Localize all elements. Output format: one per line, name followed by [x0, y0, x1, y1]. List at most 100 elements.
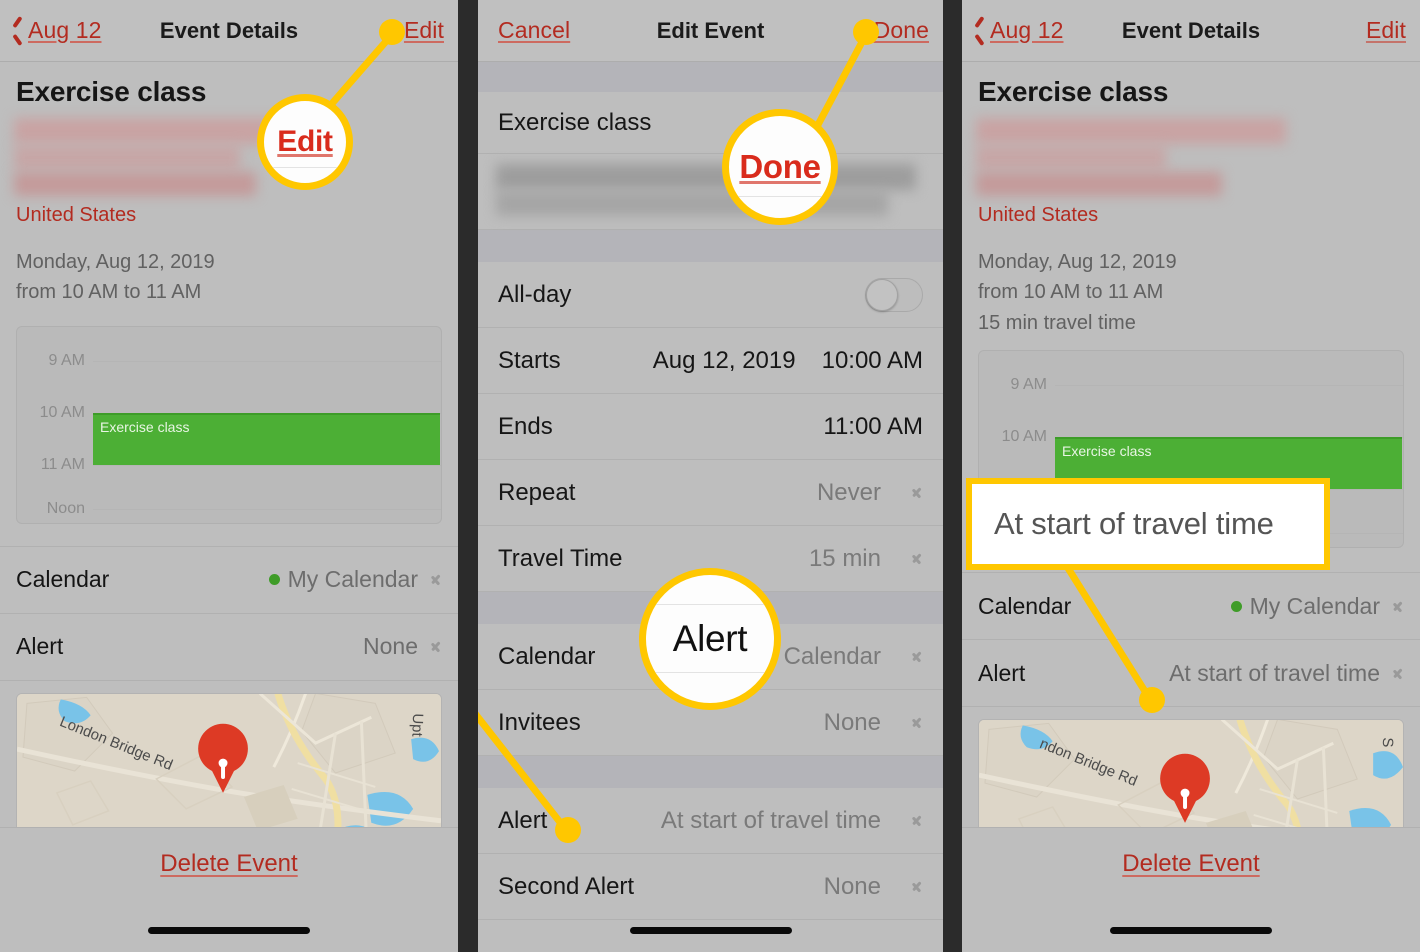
phone-panel-edit-event: Cancel Edit Event Done Exercise class Al… [478, 0, 943, 952]
all-day-toggle[interactable] [865, 277, 923, 312]
field-value: At start of travel time [661, 807, 923, 835]
field-value: None [824, 709, 923, 737]
back-button[interactable]: Aug 12 [12, 17, 102, 44]
back-button[interactable]: Aug 12 [974, 17, 1064, 44]
map-street-label-2: S [1379, 737, 1396, 748]
field-second-alert[interactable]: Second Alert None [478, 854, 943, 920]
blurred-address [0, 116, 458, 198]
field-alert[interactable]: Alert At start of travel time [478, 788, 943, 854]
section-gap [478, 756, 943, 788]
chevron-right-icon [1394, 598, 1404, 615]
calendar-event-label: Exercise class [1062, 443, 1152, 460]
chevron-right-icon [913, 714, 923, 731]
chevron-right-icon [913, 484, 923, 501]
blurred-address [962, 116, 1420, 198]
calendar-event-block[interactable]: Exercise class [93, 412, 440, 465]
edit-button[interactable]: Edit [1366, 17, 1406, 44]
home-indicator [629, 927, 792, 934]
field-starts[interactable]: Starts Aug 12, 2019 10:00 AM [478, 328, 943, 394]
chevron-left-icon [12, 20, 25, 42]
cancel-button[interactable]: Cancel [498, 17, 570, 44]
title-field-value: Exercise class [498, 108, 652, 136]
field-value: None [824, 873, 923, 901]
chevron-right-icon [913, 648, 923, 665]
cal-label-noon: Noon [46, 499, 85, 517]
row-value: My Calendar [1230, 593, 1404, 620]
field-all-day[interactable]: All-day [478, 262, 943, 328]
title-field[interactable]: Exercise class [478, 92, 943, 154]
field-label: Calendar [498, 642, 596, 670]
row-label: Calendar [16, 566, 110, 593]
delete-event-button[interactable]: Delete Event [962, 828, 1420, 878]
field-value: 11:00 AM [823, 412, 923, 440]
location-field-blurred[interactable] [478, 154, 943, 230]
field-ends[interactable]: Ends 11:00 AM [478, 394, 943, 460]
field-label: Alert [498, 806, 548, 834]
field-calendar[interactable]: Calendar My Calendar [478, 624, 943, 690]
event-title: Exercise class [978, 76, 1169, 107]
event-time-line: from 10 AM to 11 AM [978, 281, 1164, 304]
field-repeat[interactable]: Repeat Never [478, 460, 943, 526]
field-value: Never [817, 479, 923, 507]
cal-label-10am: 10 AM [39, 403, 85, 421]
calendar-color-dot [268, 574, 280, 586]
field-label: All-day [498, 280, 572, 308]
field-label: Ends [498, 412, 553, 440]
starts-date: Aug 12, 2019 [652, 346, 796, 374]
chevron-right-icon [913, 550, 923, 567]
row-value: At start of travel time [1169, 660, 1404, 687]
section-gap [478, 230, 943, 262]
event-country: United States [16, 204, 137, 226]
cal-label-9am: 9 AM [48, 351, 85, 369]
field-invitees[interactable]: Invitees None [478, 690, 943, 756]
field-travel-time[interactable]: Travel Time 15 min [478, 526, 943, 592]
field-label: Invitees [498, 708, 581, 736]
section-gap [478, 62, 943, 92]
row-label: Alert [16, 633, 64, 660]
row-value-text: None [363, 633, 418, 660]
chevron-right-icon [913, 812, 923, 829]
back-label: Aug 12 [990, 17, 1064, 43]
row-alert[interactable]: Alert None [0, 614, 458, 681]
nav-bar: Aug 12 Event Details Edit [962, 0, 1420, 62]
map-street-label-2: Upt [408, 713, 426, 738]
row-label: Alert [978, 659, 1026, 686]
edit-button[interactable]: Edit [404, 17, 444, 44]
row-label: Calendar [978, 592, 1072, 619]
chevron-right-icon [432, 638, 442, 655]
field-label: Repeat [498, 478, 576, 506]
field-value-text: None [823, 872, 881, 900]
mini-calendar: 9 AM 10 AM 11 AM Noon Exercise class [16, 325, 442, 524]
field-label: Starts [498, 346, 561, 374]
calendar-event-label: Exercise class [100, 418, 190, 435]
row-calendar[interactable]: Calendar My Calendar [0, 547, 458, 614]
event-when: Monday, Aug 12, 2019 from 10 AM to 11 AM [0, 227, 458, 308]
nav-bar: Aug 12 Event Details Edit [0, 0, 458, 62]
event-country: United States [978, 204, 1099, 226]
field-value-text: Never [816, 478, 881, 506]
event-title: Exercise class [16, 76, 207, 107]
chevron-right-icon [913, 878, 923, 895]
calendar-event-block[interactable]: Exercise class [1055, 437, 1402, 490]
delete-event-button[interactable]: Delete Event [0, 828, 458, 878]
row-alert[interactable]: Alert At start of travel time [962, 640, 1420, 708]
cal-label-10am: 10 AM [1001, 428, 1047, 446]
nav-bar: Cancel Edit Event Done [478, 0, 943, 62]
screenshot-stage: Aug 12 Event Details Edit Exercise class… [0, 0, 1420, 952]
field-label: Second Alert [498, 872, 635, 900]
detail-list: Calendar My Calendar Alert None [0, 545, 458, 681]
field-value-text: My Calendar [744, 642, 881, 670]
cancel-label: Cancel [498, 17, 571, 43]
mini-calendar: 9 AM 10 AM Exercise class [978, 350, 1404, 549]
chevron-right-icon [432, 571, 442, 588]
field-label: Travel Time [498, 544, 623, 572]
toggle-knob [866, 278, 898, 311]
calendar-color-dot [1230, 600, 1242, 612]
chevron-left-icon [974, 20, 987, 42]
cal-label-11am: 11 AM [40, 455, 85, 473]
event-date-line: Monday, Aug 12, 2019 [978, 251, 1177, 273]
footer: Delete Event [962, 827, 1420, 952]
field-value-text: 15 min [808, 544, 881, 572]
done-button[interactable]: Done [874, 17, 929, 44]
row-calendar[interactable]: Calendar My Calendar [962, 573, 1420, 641]
